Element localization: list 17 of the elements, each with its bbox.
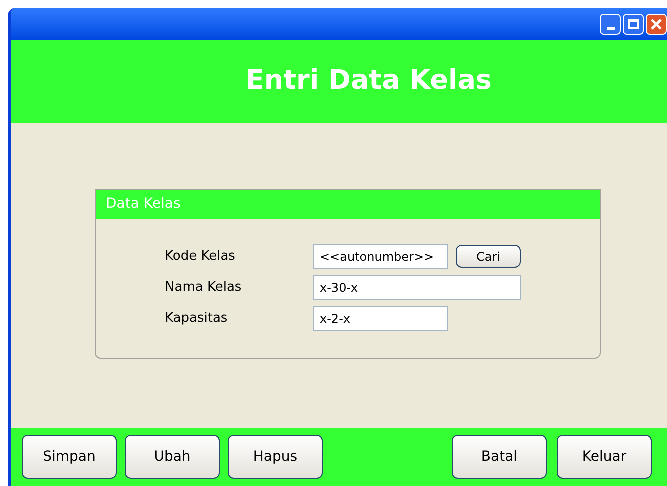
action-button[interactable]: Ubah: [125, 435, 220, 479]
maximize-icon[interactable]: [623, 14, 644, 34]
close-icon[interactable]: [646, 14, 667, 34]
window-title: Entri Data Kelas: [246, 64, 492, 98]
panel-title: Data Kelas: [106, 195, 181, 214]
field-label: Kode Kelas: [165, 248, 236, 266]
action-button[interactable]: Keluar: [557, 435, 652, 479]
action-button[interactable]: Batal: [452, 435, 547, 479]
input-field[interactable]: <<autonumber>>: [313, 244, 448, 269]
field-label: Kapasitas: [165, 310, 229, 328]
search-button[interactable]: Cari: [456, 245, 521, 268]
minimize-icon[interactable]: [600, 14, 621, 34]
action-button[interactable]: Simpan: [22, 435, 117, 479]
input-field[interactable]: x-30-x: [313, 275, 521, 300]
input-field[interactable]: x-2-x: [313, 306, 448, 331]
field-label: Nama Kelas: [165, 278, 243, 297]
action-button[interactable]: Hapus: [228, 435, 323, 479]
